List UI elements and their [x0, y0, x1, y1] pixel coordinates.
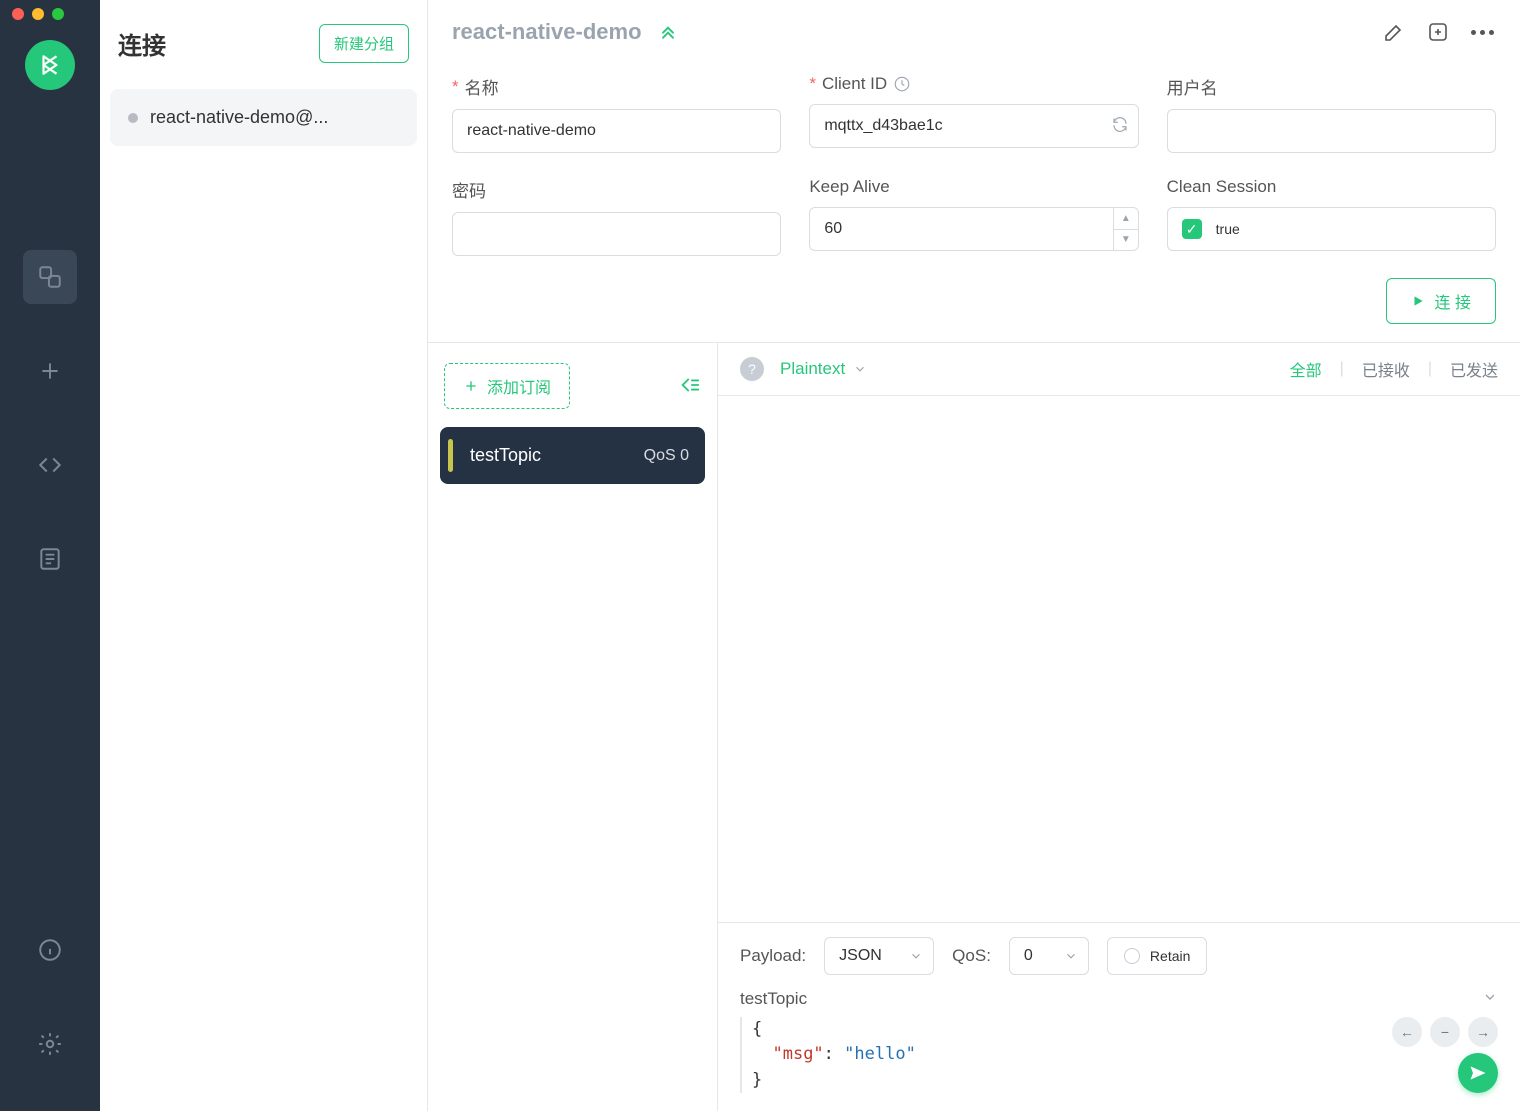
close-window-dot[interactable] [12, 8, 24, 20]
retain-toggle[interactable]: Retain [1107, 937, 1207, 975]
tab-sent[interactable]: 已发送 [1450, 357, 1498, 381]
history-next-button[interactable]: → [1468, 1017, 1498, 1047]
username-label: 用户名 [1167, 74, 1496, 99]
nav-add[interactable] [23, 344, 77, 398]
clean-session-toggle[interactable]: ✓ true [1167, 207, 1496, 251]
add-subscription-button[interactable]: 添加订阅 [444, 363, 570, 409]
more-icon[interactable] [1468, 18, 1496, 46]
window-controls [0, 0, 64, 28]
tab-received[interactable]: 已接收 [1362, 357, 1410, 381]
qos-select[interactable]: 0 [1009, 937, 1089, 975]
password-input[interactable] [452, 212, 781, 256]
refresh-icon[interactable] [1111, 116, 1129, 137]
qos-label: QoS: [952, 946, 991, 966]
clock-icon [893, 75, 911, 93]
chevron-down-icon [853, 362, 867, 376]
step-down-icon[interactable]: ▼ [1114, 230, 1138, 251]
payload-label: Payload: [740, 946, 806, 966]
connections-title: 连接 [118, 26, 166, 61]
app-logo [25, 40, 75, 90]
checkbox-checked-icon: ✓ [1182, 219, 1202, 239]
maximize-window-dot[interactable] [52, 8, 64, 20]
subscription-item[interactable]: testTopic QoS 0 [440, 427, 705, 484]
connection-form: *名称 *Client ID 用户名 密码 [428, 64, 1520, 270]
nav-scripts[interactable] [23, 438, 77, 492]
connection-name: react-native-demo@... [150, 107, 328, 128]
nav-settings[interactable] [23, 1017, 77, 1071]
nav-rail [0, 0, 100, 1111]
new-group-button[interactable]: 新建分组 [319, 24, 409, 63]
username-input[interactable] [1167, 109, 1496, 153]
keepalive-input[interactable] [809, 207, 1113, 251]
chevron-down-icon[interactable] [1482, 989, 1498, 1008]
password-label: 密码 [452, 177, 781, 202]
name-label: *名称 [452, 74, 781, 99]
subscriptions-panel: 添加订阅 testTopic QoS 0 [428, 343, 718, 1111]
clean-session-label: Clean Session [1167, 177, 1496, 197]
send-icon [1468, 1063, 1488, 1083]
clean-session-value: true [1216, 221, 1240, 237]
help-icon[interactable]: ? [740, 357, 764, 381]
collapse-subscriptions-icon[interactable] [679, 374, 701, 399]
main-panel: react-native-demo *名称 *Client ID [428, 0, 1520, 1111]
connection-status-dot [128, 113, 138, 123]
subscription-qos: QoS 0 [644, 447, 689, 465]
subscription-topic: testTopic [470, 445, 541, 466]
history-prev-button[interactable]: ← [1392, 1017, 1422, 1047]
collapse-up-icon[interactable] [658, 21, 678, 44]
connection-item[interactable]: react-native-demo@... [110, 89, 417, 146]
send-button[interactable] [1458, 1053, 1498, 1093]
nav-connections[interactable] [23, 250, 77, 304]
minimize-window-dot[interactable] [32, 8, 44, 20]
chevron-down-icon [1064, 949, 1078, 963]
name-input[interactable] [452, 109, 781, 153]
keepalive-label: Keep Alive [809, 177, 1138, 197]
chevron-down-icon [909, 949, 923, 963]
messages-panel: ? Plaintext 全部 | 已接收 | 已发送 [718, 343, 1520, 1111]
nav-logs[interactable] [23, 532, 77, 586]
message-list [718, 396, 1520, 922]
keepalive-stepper[interactable]: ▲ ▼ [1113, 207, 1139, 251]
message-filter-tabs: 全部 | 已接收 | 已发送 [1290, 357, 1498, 381]
history-minus-button[interactable]: − [1430, 1017, 1460, 1047]
radio-unchecked-icon [1124, 948, 1140, 964]
publish-panel: Payload: JSON QoS: 0 Retain [718, 922, 1520, 1111]
clientid-label: *Client ID [809, 74, 1138, 94]
payload-type-select[interactable]: JSON [824, 937, 934, 975]
connect-button[interactable]: 连 接 [1386, 278, 1496, 324]
play-icon [1411, 294, 1425, 308]
format-select[interactable]: Plaintext [780, 359, 867, 379]
clientid-input[interactable] [809, 104, 1138, 148]
edit-icon[interactable] [1380, 18, 1408, 46]
main-header: react-native-demo [428, 0, 1520, 64]
payload-editor[interactable]: { "msg": "hello" } [740, 1017, 1498, 1094]
nav-about[interactable] [23, 923, 77, 977]
connection-list-panel: 连接 新建分组 react-native-demo@... [100, 0, 428, 1111]
connection-title: react-native-demo [452, 19, 642, 45]
tab-all[interactable]: 全部 [1290, 357, 1322, 381]
step-up-icon[interactable]: ▲ [1114, 208, 1138, 230]
plus-icon [463, 378, 479, 394]
publish-topic[interactable]: testTopic [740, 989, 807, 1009]
new-window-icon[interactable] [1424, 18, 1452, 46]
